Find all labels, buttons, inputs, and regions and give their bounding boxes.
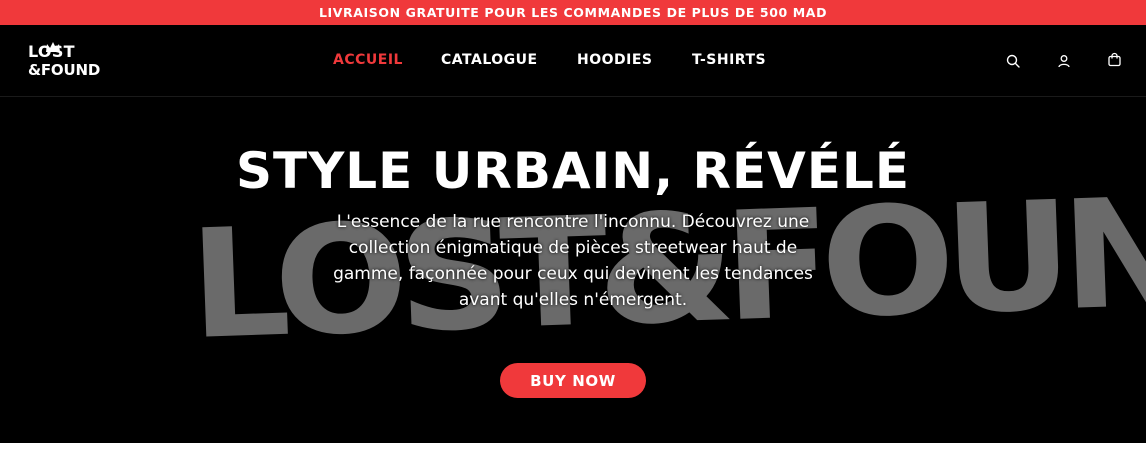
hero-description: L'essence de la rue rencontre l'inconnu.… — [333, 212, 813, 310]
main-nav: ACCUEIL CATALOGUE HOODIES T-SHIRTS — [0, 25, 1146, 96]
nav-item-t-shirts[interactable]: T-SHIRTS — [692, 52, 766, 68]
hero-banner: LOST&FOUND STYLE URBAIN, RÉVÉLÉ L'essenc… — [0, 97, 1146, 443]
nav-item-accueil[interactable]: ACCUEIL — [333, 52, 403, 68]
announcement-bar: LIVRAISON GRATUITE POUR LES COMMANDES DE… — [0, 0, 1146, 25]
site-header: LOST &FOUND ACCUEIL CATALOGUE HOODIES T-… — [0, 25, 1146, 97]
announcement-text: LIVRAISON GRATUITE POUR LES COMMANDES DE… — [318, 5, 828, 20]
hero-title: STYLE URBAIN, RÉVÉLÉ — [235, 142, 911, 200]
logo-line-1: LOST — [28, 42, 75, 61]
cart-icon[interactable] — [1107, 52, 1123, 68]
account-icon[interactable] — [1057, 53, 1073, 69]
logo-line-2: &FOUND — [28, 61, 101, 79]
buy-now-button[interactable]: BUY NOW — [500, 363, 646, 398]
search-icon[interactable] — [1006, 53, 1022, 69]
nav-item-hoodies[interactable]: HOODIES — [577, 52, 653, 68]
logo[interactable]: LOST &FOUND — [28, 41, 100, 81]
nav-item-catalogue[interactable]: CATALOGUE — [441, 52, 538, 68]
